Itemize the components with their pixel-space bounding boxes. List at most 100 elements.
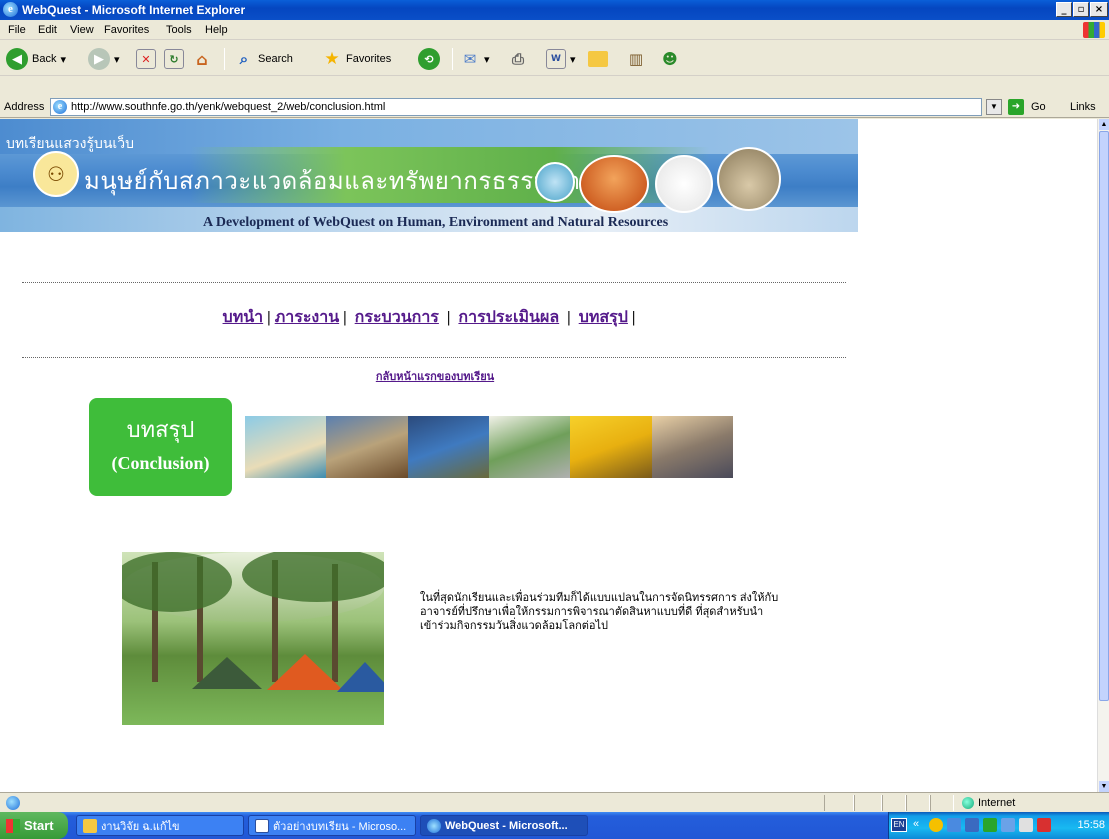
minimize-button[interactable]: _ xyxy=(1056,2,1072,17)
messenger-button[interactable]: ☻ xyxy=(660,48,680,70)
print-button[interactable]: ⎙ xyxy=(508,48,528,70)
blue-tent xyxy=(337,662,384,692)
task-button-folder[interactable]: งานวิจัย ฉ.แก้ไข xyxy=(76,815,244,836)
mail-button[interactable]: ✉ ▾ xyxy=(460,48,490,70)
page-viewport: บทเรียนแสวงรู้บนเว็บ ⚇ มนุษย์กับสภาวะแวด… xyxy=(0,119,1097,792)
favorites-button[interactable]: ★ Favorites xyxy=(322,48,391,70)
collage-tree xyxy=(326,416,408,478)
back-home-link[interactable]: กลับหน้าแรกของบทเรียน xyxy=(376,371,494,383)
task-button-ie[interactable]: WebQuest - Microsoft... xyxy=(420,815,588,836)
zone-label: Internet xyxy=(978,797,1016,809)
address-label: Address xyxy=(4,101,45,113)
forward-button[interactable]: ▶ ▾ xyxy=(88,48,120,70)
refresh-button[interactable]: ↻ xyxy=(164,48,184,70)
history-button[interactable]: ⟲ xyxy=(418,48,440,70)
ie-icon xyxy=(427,818,441,833)
books-icon: ▥ xyxy=(628,50,644,68)
clock[interactable]: 15:58 xyxy=(1077,819,1105,831)
nav-link-intro[interactable]: บทนำ xyxy=(223,309,264,326)
scroll-down-icon[interactable]: ▼ xyxy=(1099,781,1109,792)
task-button-word[interactable]: ตัวอย่างบทเรียน - Microso... xyxy=(248,815,416,836)
ie-icon: e xyxy=(3,2,18,17)
nav-link-process[interactable]: กระบวนการ xyxy=(355,309,439,326)
close-button[interactable]: × xyxy=(1090,2,1108,17)
bird-globe-image xyxy=(655,155,713,213)
banner-tag: บทเรียนแสวงรู้บนเว็บ xyxy=(6,135,134,151)
menu-file[interactable]: File xyxy=(8,24,26,36)
stop-button[interactable]: ✕ xyxy=(136,48,156,70)
address-dropdown-button[interactable]: ▼ xyxy=(986,99,1002,115)
scroll-thumb[interactable] xyxy=(1099,131,1109,701)
start-button[interactable]: Start xyxy=(0,812,68,839)
menu-view[interactable]: View xyxy=(70,24,94,36)
task-label: WebQuest - Microsoft... xyxy=(445,819,568,832)
mail-dropdown-icon[interactable]: ▾ xyxy=(484,53,490,66)
windows-logo-icon xyxy=(1083,22,1105,38)
menu-help[interactable]: Help xyxy=(205,24,228,36)
taskbar: Start งานวิจัย ฉ.แก้ไข ตัวอย่างบทเรียน -… xyxy=(0,812,1109,839)
divider xyxy=(22,282,846,283)
conclusion-heading-box: บทสรุป (Conclusion) xyxy=(89,398,232,496)
mail-icon: ✉ xyxy=(463,50,477,68)
tray-expand-icon[interactable]: « xyxy=(913,818,919,830)
research-button[interactable]: ▥ xyxy=(626,48,646,70)
toolbar-separator xyxy=(452,48,453,70)
network-icon[interactable] xyxy=(947,818,961,832)
nav-link-evaluation[interactable]: การประเมินผล xyxy=(458,309,559,326)
history-icon: ⟲ xyxy=(418,48,440,70)
menu-favorites[interactable]: Favorites xyxy=(104,24,149,36)
toolbar-separator xyxy=(224,48,225,70)
address-url[interactable]: http://www.southnfe.go.th/yenk/webquest_… xyxy=(71,101,385,113)
monitor-icon[interactable] xyxy=(1001,818,1015,832)
collage-bird xyxy=(488,416,571,478)
search-label: Search xyxy=(258,53,293,65)
volume-icon[interactable] xyxy=(965,818,979,832)
banner-subtitle: A Development of WebQuest on Human, Envi… xyxy=(203,215,669,230)
back-button[interactable]: ◀ Back ▾ xyxy=(6,48,66,70)
nav-link-conclusion[interactable]: บทสรุป xyxy=(579,309,628,326)
edit-dropdown-icon[interactable]: ▾ xyxy=(570,53,576,66)
folder-icon xyxy=(83,818,97,833)
title-bar: e WebQuest - Microsoft Internet Explorer… xyxy=(0,0,1109,20)
sunset-globe-image xyxy=(579,155,649,213)
messenger-tray-icon[interactable] xyxy=(983,818,997,832)
search-button[interactable]: ⌕ Search xyxy=(234,48,293,70)
favorites-label: Favorites xyxy=(346,53,392,65)
maximize-button[interactable]: ▫ xyxy=(1073,2,1089,17)
security-zone: Internet xyxy=(962,797,1016,810)
window-title: WebQuest - Microsoft Internet Explorer xyxy=(22,3,246,17)
back-dropdown-icon[interactable]: ▾ xyxy=(60,53,66,66)
links-button[interactable]: Links xyxy=(1070,101,1096,113)
shield-icon[interactable] xyxy=(929,818,943,832)
status-bar: Internet xyxy=(0,792,1109,812)
language-indicator[interactable]: EN xyxy=(891,818,907,832)
vertical-scrollbar[interactable]: ▲ ▼ xyxy=(1097,119,1109,792)
address-input[interactable]: e http://www.southnfe.go.th/yenk/webques… xyxy=(50,98,982,116)
back-home-row: กลับหน้าแรกของบทเรียน xyxy=(0,367,870,385)
home-button[interactable]: ⌂ xyxy=(192,48,212,70)
menu-tools[interactable]: Tools xyxy=(166,24,192,36)
refresh-icon: ↻ xyxy=(164,49,184,69)
antivirus-icon[interactable] xyxy=(1037,818,1051,832)
address-bar: Address e http://www.southnfe.go.th/yenk… xyxy=(0,96,1109,118)
scroll-up-icon[interactable]: ▲ xyxy=(1099,119,1109,130)
page-icon: e xyxy=(53,100,67,114)
start-label: Start xyxy=(24,818,54,833)
collage-flowers xyxy=(570,416,652,478)
edit-button[interactable]: W ▾ xyxy=(546,48,576,70)
orange-tent xyxy=(267,654,343,690)
go-button[interactable]: Go xyxy=(1031,101,1046,113)
status-pane xyxy=(906,795,930,811)
search-icon: ⌕ xyxy=(239,50,249,68)
menu-edit[interactable]: Edit xyxy=(38,24,57,36)
folder-icon xyxy=(588,51,608,67)
folder-button[interactable] xyxy=(588,48,608,70)
star-icon: ★ xyxy=(324,49,340,69)
menu-bar: File Edit View Favorites Tools Help xyxy=(0,20,1109,40)
forward-dropdown-icon[interactable]: ▾ xyxy=(114,53,120,66)
messenger-icon: ☻ xyxy=(662,50,678,68)
app-tray-icon[interactable] xyxy=(1019,818,1033,832)
nav-link-task[interactable]: ภาระงาน xyxy=(275,309,339,326)
go-arrow-icon[interactable]: ➜ xyxy=(1008,99,1024,115)
nature-collage-image xyxy=(245,416,733,478)
